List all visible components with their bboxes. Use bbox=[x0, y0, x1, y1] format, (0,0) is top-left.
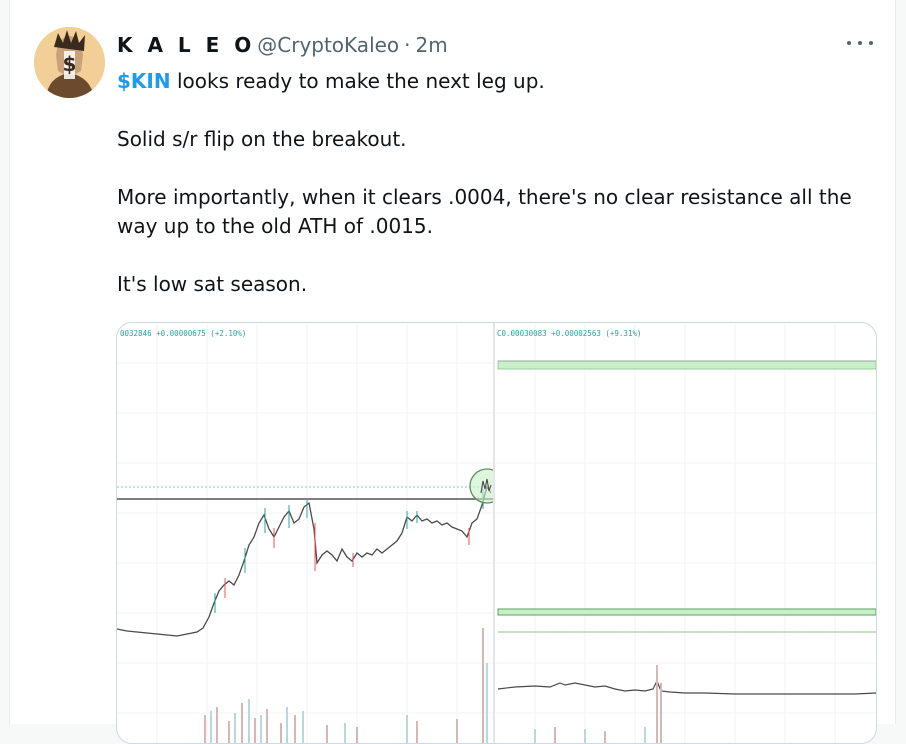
tweet-card[interactable]: $ K A L E O @CryptoKaleo · 2m $KIN looks… bbox=[9, 0, 896, 744]
display-name[interactable]: K A L E O bbox=[117, 33, 255, 57]
chart-right-price-label: C0.00030083 +0.00002563 (+9.31%) bbox=[497, 329, 642, 338]
chart-left-price-label: 0032846 +0.00000675 (+2.10%) bbox=[120, 329, 247, 338]
tweet-line-1: $KIN looks ready to make the next leg up… bbox=[117, 67, 882, 96]
chart-right[interactable]: C0.00030083 +0.00002563 (+9.31%) bbox=[495, 323, 876, 743]
more-options-button[interactable] bbox=[847, 33, 873, 53]
header-separator: · bbox=[404, 33, 411, 57]
avatar[interactable]: $ bbox=[34, 27, 105, 98]
svg-text:$: $ bbox=[63, 52, 77, 76]
tweet-line-2: Solid s/r flip on the breakout. bbox=[117, 127, 407, 151]
cashtag-link[interactable]: $KIN bbox=[117, 69, 171, 93]
avatar-image: $ bbox=[34, 27, 105, 98]
tweet-media[interactable]: 0032846 +0.00000675 (+2.10%) C0.00030083… bbox=[116, 322, 877, 744]
more-dots-icon bbox=[869, 41, 873, 45]
chart-left-plot bbox=[117, 323, 493, 743]
tweet-text: $KIN looks ready to make the next leg up… bbox=[117, 67, 882, 328]
chart-left[interactable]: 0032846 +0.00000675 (+2.10%) bbox=[117, 323, 493, 743]
tweet-line-3: More importantly, when it clears .0004, … bbox=[117, 185, 852, 238]
more-dots-icon bbox=[847, 41, 851, 45]
user-handle[interactable]: @CryptoKaleo bbox=[257, 33, 399, 57]
more-dots-icon bbox=[858, 41, 862, 45]
tweet-line-4: It's low sat season. bbox=[117, 272, 308, 296]
timestamp[interactable]: 2m bbox=[416, 33, 448, 57]
tweet-line-1-text: looks ready to make the next leg up. bbox=[170, 69, 545, 93]
chart-right-plot bbox=[495, 323, 876, 743]
tweet-header: K A L E O @CryptoKaleo · 2m bbox=[117, 31, 448, 59]
